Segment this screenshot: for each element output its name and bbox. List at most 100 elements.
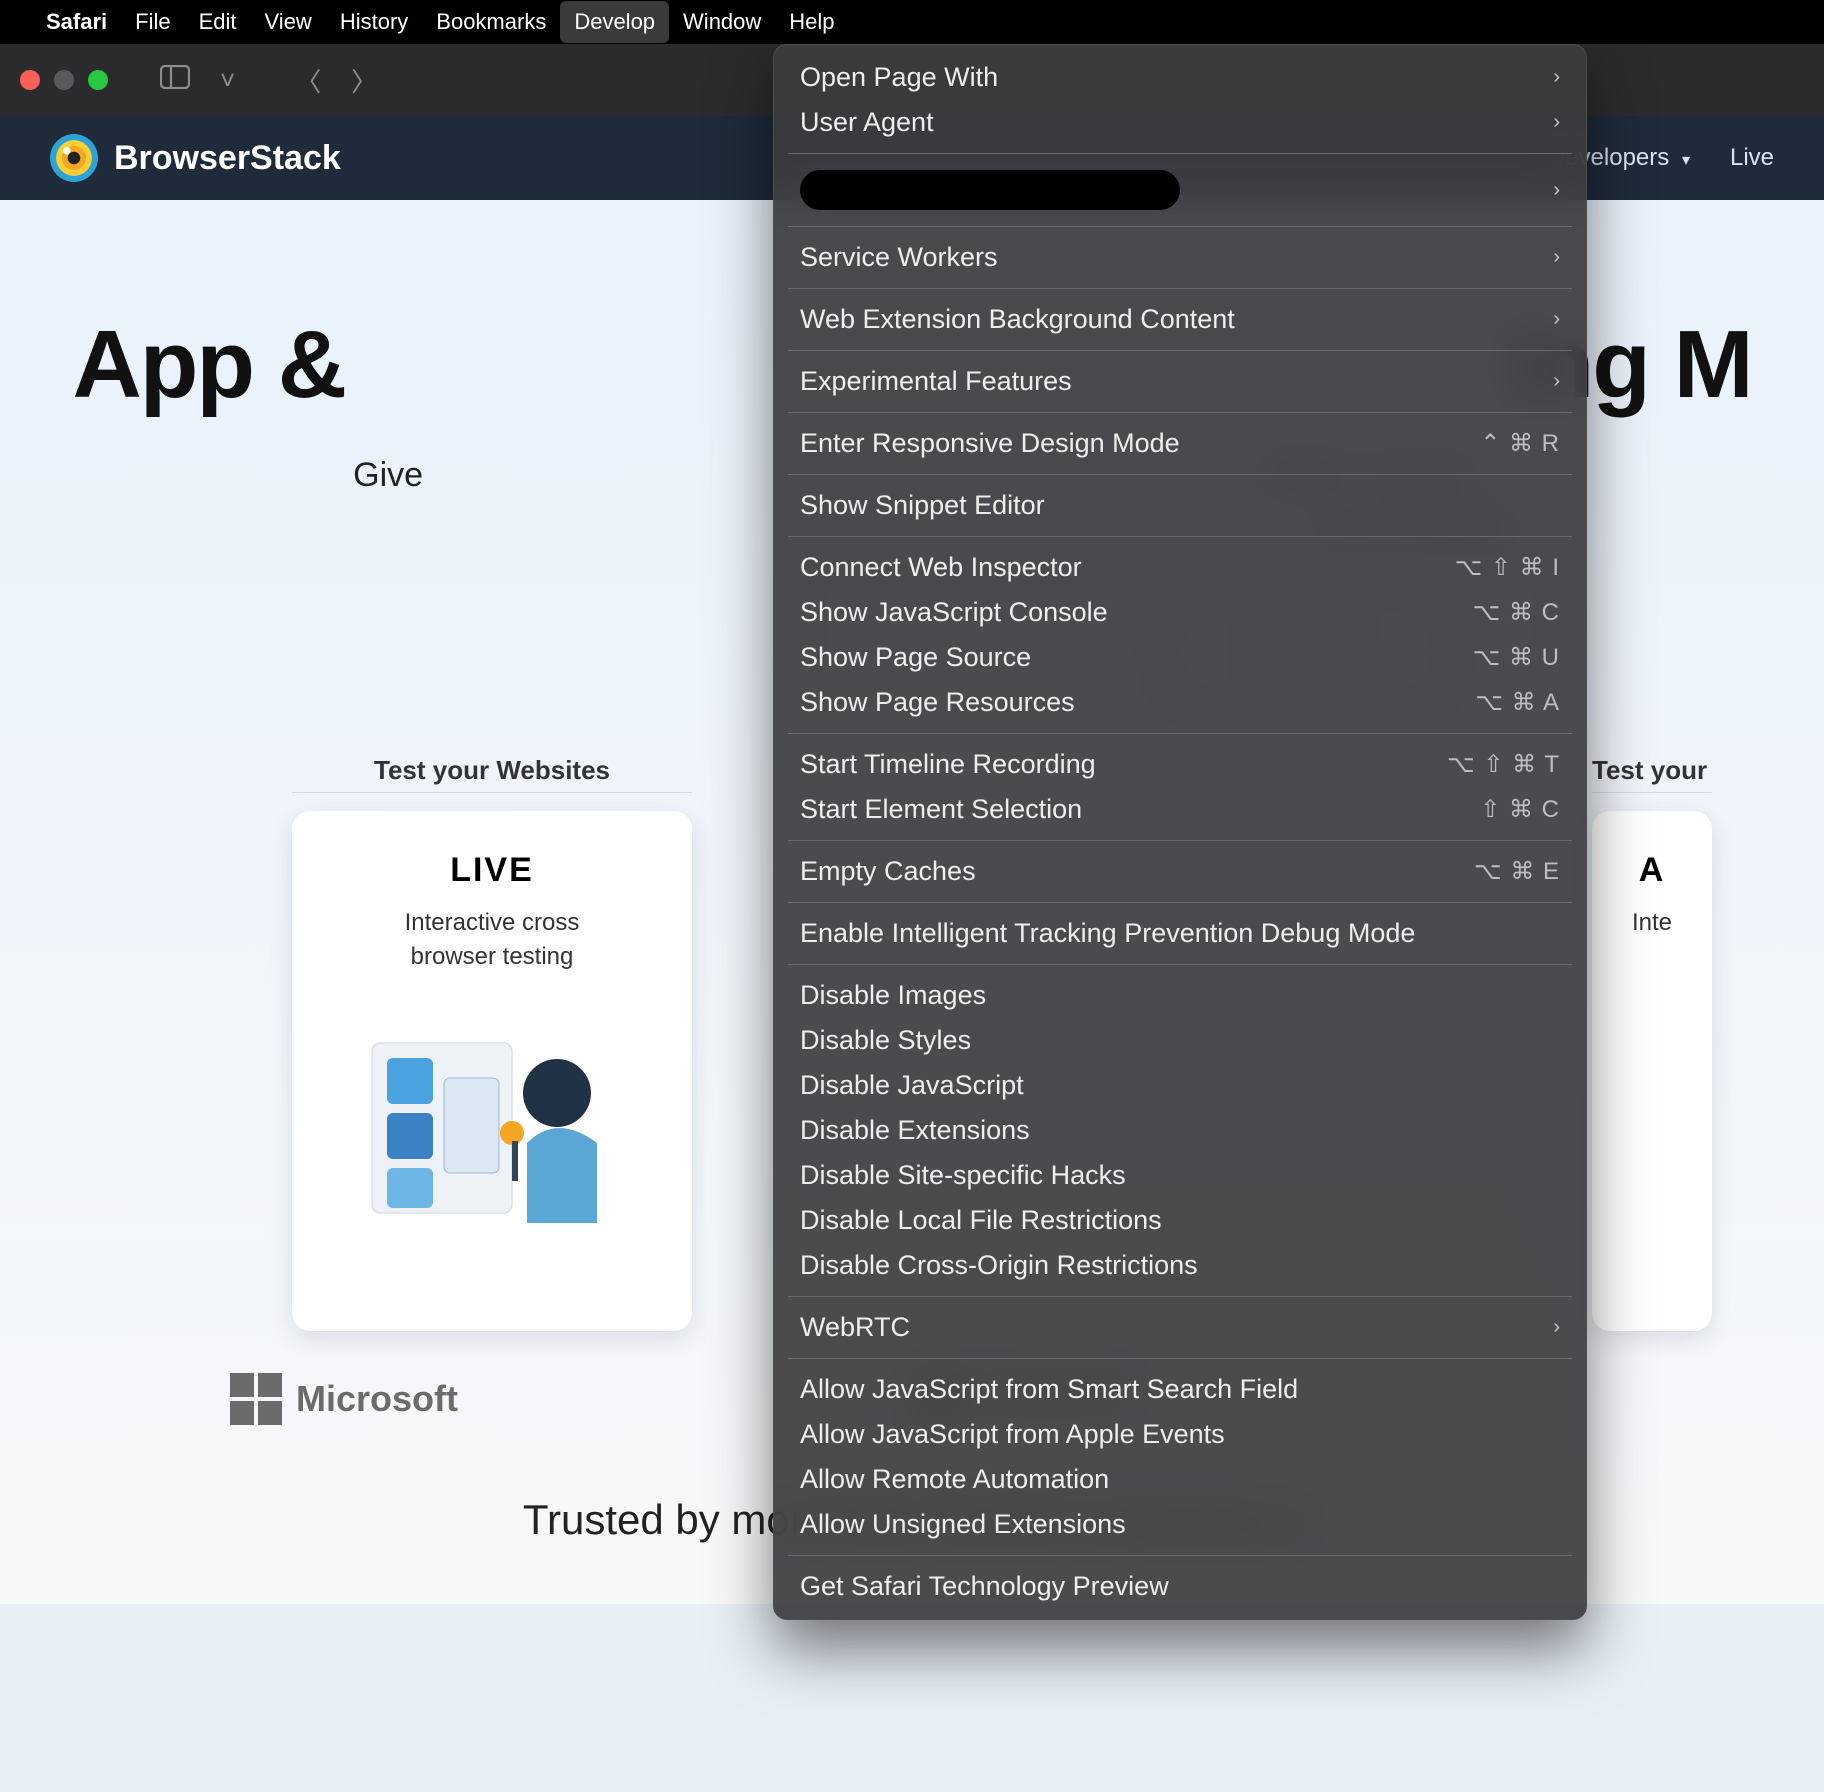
develop-item[interactable]: Disable Site-specific Hacks <box>774 1153 1586 1198</box>
brand-logo[interactable]: BrowserStack <box>50 134 341 182</box>
menu-develop[interactable]: Develop <box>560 1 669 43</box>
minimize-window-button[interactable] <box>54 70 74 90</box>
develop-item[interactable]: Allow Unsigned Extensions <box>774 1502 1586 1547</box>
develop-item-shortcut: ⌥ ⇧ ⌘ T <box>1447 750 1560 779</box>
macos-menubar: Safari File Edit View History Bookmarks … <box>0 0 1824 44</box>
develop-item-shortcut: ⌥ ⌘ U <box>1473 643 1560 672</box>
menu-separator <box>788 840 1572 841</box>
develop-item-shortcut: ⇧ ⌘ C <box>1480 795 1560 824</box>
app-card-desc: Inte <box>1622 906 1682 940</box>
develop-item[interactable]: WebRTC › <box>774 1305 1586 1350</box>
develop-item-label: Allow Remote Automation <box>800 1464 1109 1495</box>
develop-item[interactable]: Service Workers› <box>774 235 1586 280</box>
menu-bookmarks[interactable]: Bookmarks <box>436 9 546 35</box>
live-card-title: LIVE <box>322 851 662 890</box>
back-button[interactable]: 〈 <box>287 62 329 99</box>
forward-button[interactable]: 〉 <box>343 62 385 99</box>
develop-item[interactable]: Allow Remote Automation <box>774 1457 1586 1502</box>
sidebar-toggle-icon[interactable] <box>152 65 198 96</box>
develop-item[interactable]: Disable Extensions <box>774 1108 1586 1153</box>
apps-heading: Test your <box>1592 755 1712 793</box>
browserstack-logo-icon <box>50 134 98 182</box>
menu-separator <box>788 536 1572 537</box>
develop-item-label: Allow JavaScript from Smart Search Field <box>800 1374 1298 1405</box>
develop-item-label: WebRTC <box>800 1312 910 1343</box>
menu-separator <box>788 226 1572 227</box>
menu-separator <box>788 902 1572 903</box>
websites-column: Test your Websites LIVE Interactive cros… <box>292 755 692 1331</box>
develop-item[interactable]: Empty Caches⌥ ⌘ E <box>774 849 1586 894</box>
menu-separator <box>788 474 1572 475</box>
develop-item-label: Service Workers <box>800 242 998 273</box>
develop-item-label: Disable Cross-Origin Restrictions <box>800 1250 1198 1281</box>
develop-item[interactable]: Start Element Selection⇧ ⌘ C <box>774 787 1586 832</box>
live-card[interactable]: LIVE Interactive crossbrowser testing <box>292 811 692 1331</box>
develop-item[interactable]: Connect Web Inspector ⌥ ⇧ ⌘ I <box>774 545 1586 590</box>
develop-item[interactable]: User Agent› <box>774 100 1586 145</box>
chevron-down-icon: ▾ <box>1682 152 1690 169</box>
develop-item-label: Disable Site-specific Hacks <box>800 1160 1126 1191</box>
develop-item-label: Allow Unsigned Extensions <box>800 1509 1126 1540</box>
menu-edit[interactable]: Edit <box>199 9 237 35</box>
close-window-button[interactable] <box>20 70 40 90</box>
window-controls <box>20 70 108 90</box>
develop-item-label: Show JavaScript Console <box>800 597 1108 628</box>
develop-item-label: Get Safari Technology Preview <box>800 1571 1169 1602</box>
menu-separator <box>788 412 1572 413</box>
develop-item-shortcut: ⌥ ⇧ ⌘ I <box>1455 553 1560 582</box>
chevron-right-icon: › <box>1553 1316 1560 1339</box>
develop-item-label: Web Extension Background Content <box>800 304 1235 335</box>
develop-item-label: Disable Extensions <box>800 1115 1030 1146</box>
develop-item[interactable]: Show Page Source⌥ ⌘ U <box>774 635 1586 680</box>
develop-item-label: Experimental Features <box>800 366 1072 397</box>
develop-item-label: Disable Images <box>800 980 986 1011</box>
zoom-window-button[interactable] <box>88 70 108 90</box>
develop-menu[interactable]: Open Page With›User Agent››Service Worke… <box>773 44 1587 1620</box>
develop-item[interactable]: Disable Local File Restrictions <box>774 1198 1586 1243</box>
develop-item-label: Start Timeline Recording <box>800 749 1096 780</box>
menu-help[interactable]: Help <box>789 9 834 35</box>
nav-live[interactable]: Live <box>1730 144 1774 172</box>
develop-item-label: Open Page With <box>800 62 998 93</box>
develop-item-redacted[interactable]: › <box>774 162 1586 218</box>
develop-item-label: Connect Web Inspector <box>800 552 1082 583</box>
app-card-title: A <box>1622 851 1682 890</box>
menu-window[interactable]: Window <box>683 9 761 35</box>
develop-item-label: User Agent <box>800 107 934 138</box>
microsoft-label: Microsoft <box>296 1378 458 1420</box>
menubar-app[interactable]: Safari <box>46 9 107 35</box>
develop-item-label: Enter Responsive Design Mode <box>800 428 1180 459</box>
develop-item[interactable]: Show JavaScript Console⌥ ⌘ C <box>774 590 1586 635</box>
menu-history[interactable]: History <box>340 9 408 35</box>
develop-item[interactable]: Disable JavaScript <box>774 1063 1586 1108</box>
develop-item[interactable]: Open Page With› <box>774 55 1586 100</box>
brand-name: BrowserStack <box>114 139 341 178</box>
develop-item[interactable]: Show Page Resources⌥ ⌘ A <box>774 680 1586 725</box>
live-card-illustration <box>322 1003 662 1263</box>
menu-separator <box>788 350 1572 351</box>
develop-item[interactable]: Disable Images <box>774 973 1586 1018</box>
develop-item-label: Show Snippet Editor <box>800 490 1045 521</box>
menu-file[interactable]: File <box>135 9 170 35</box>
menu-separator <box>788 288 1572 289</box>
develop-item[interactable]: Show Snippet Editor <box>774 483 1586 528</box>
app-card[interactable]: A Inte <box>1592 811 1712 1331</box>
develop-item[interactable]: Disable Styles <box>774 1018 1586 1063</box>
chevron-right-icon: › <box>1553 370 1560 393</box>
menu-separator <box>788 1555 1572 1556</box>
develop-item[interactable]: Get Safari Technology Preview <box>774 1564 1586 1609</box>
develop-item[interactable]: Web Extension Background Content› <box>774 297 1586 342</box>
develop-item[interactable]: Enter Responsive Design Mode⌃ ⌘ R <box>774 421 1586 466</box>
develop-item[interactable]: Disable Cross-Origin Restrictions <box>774 1243 1586 1288</box>
develop-item[interactable]: Start Timeline Recording ⌥ ⇧ ⌘ T <box>774 742 1586 787</box>
develop-item[interactable]: Experimental Features › <box>774 359 1586 404</box>
menu-view[interactable]: View <box>265 9 312 35</box>
develop-item[interactable]: Allow JavaScript from Apple Events <box>774 1412 1586 1457</box>
develop-item-label: Enable Intelligent Tracking Prevention D… <box>800 918 1415 949</box>
develop-item-shortcut: ⌥ ⌘ E <box>1474 857 1560 886</box>
chevron-down-icon[interactable]: ˅ <box>212 65 243 96</box>
develop-item-label: Disable JavaScript <box>800 1070 1024 1101</box>
develop-item-label: Allow JavaScript from Apple Events <box>800 1419 1225 1450</box>
develop-item[interactable]: Allow JavaScript from Smart Search Field <box>774 1367 1586 1412</box>
develop-item[interactable]: Enable Intelligent Tracking Prevention D… <box>774 911 1586 956</box>
